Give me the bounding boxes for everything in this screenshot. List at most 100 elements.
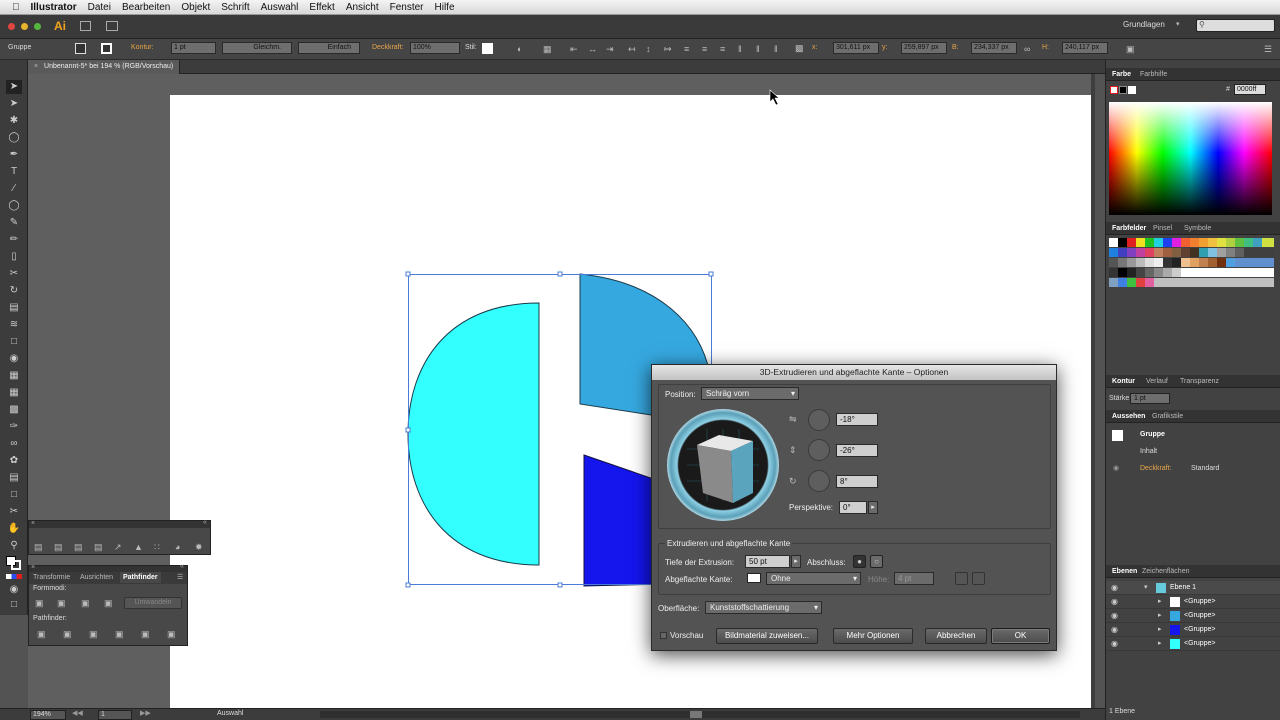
pencil-tool-icon[interactable]: ✏	[6, 233, 22, 247]
recolor-icon[interactable]: ◐	[517, 44, 522, 54]
menu-objekt[interactable]: Objekt	[181, 2, 210, 13]
cap-on-icon[interactable]: ●	[853, 555, 866, 568]
eye-icon[interactable]: ◉	[1111, 597, 1118, 606]
crop-icon[interactable]: ▣	[115, 629, 124, 639]
tab-farbhilfe[interactable]: Farbhilfe	[1138, 68, 1169, 81]
oberflaeche-select[interactable]: Kunststoffschattierung	[705, 601, 822, 614]
align-vcenter-icon[interactable]: ↕	[646, 44, 651, 54]
none-swatch-icon[interactable]	[1110, 86, 1118, 94]
eraser-tool-icon[interactable]: ▯	[6, 250, 22, 264]
white-swatch-icon[interactable]	[1128, 86, 1136, 94]
line-tool-icon[interactable]: ∕	[6, 182, 22, 196]
blend-tool-icon[interactable]: ∞	[6, 437, 22, 451]
distribute-left-icon[interactable]: ‖	[738, 44, 742, 54]
last-artboard-icon[interactable]: ▶▶	[140, 709, 151, 717]
tab-kontur[interactable]: Kontur	[1110, 375, 1137, 388]
chevron-down-icon[interactable]: ▾	[1144, 583, 1148, 591]
tab-pinsel[interactable]: Pinsel	[1151, 222, 1174, 235]
rotation-y-input[interactable]: -26°	[836, 444, 878, 457]
hand-tool-icon[interactable]: ✋	[6, 522, 22, 536]
artboard-tool-icon[interactable]: □	[6, 488, 22, 502]
menu-hilfe[interactable]: Hilfe	[435, 2, 455, 13]
dial-x-icon[interactable]	[808, 409, 830, 431]
warp-tool-icon[interactable]: ≋	[6, 318, 22, 332]
pen-tool-icon[interactable]: ✒	[6, 148, 22, 162]
window-zoom-icon[interactable]	[34, 23, 41, 30]
3d-cube-preview[interactable]	[667, 409, 779, 521]
pie-graph-icon[interactable]: ◕	[175, 542, 180, 552]
stroke-color-icon[interactable]	[11, 560, 21, 570]
selection-tool-icon[interactable]: ➤	[6, 80, 22, 94]
type-tool-icon[interactable]: T	[6, 165, 22, 179]
slice-tool-icon[interactable]: ✂	[6, 505, 22, 519]
intersect-icon[interactable]: ▣	[81, 598, 90, 608]
stacked-column-graph-icon[interactable]: ▤	[54, 542, 63, 552]
eye-icon[interactable]: ◉	[1111, 625, 1118, 634]
document-tab[interactable]: × Unbenannt-5* bei 194 % (RGB/Vorschau)	[28, 60, 181, 74]
umwandeln-button[interactable]: Umwandeln	[124, 597, 182, 609]
menu-auswahl[interactable]: Auswahl	[261, 2, 299, 13]
cap-off-icon[interactable]: ○	[870, 555, 883, 568]
arrange-documents-icon[interactable]	[106, 21, 118, 31]
align-bottom-icon[interactable]: ↦	[664, 44, 672, 54]
tab-grafikstile[interactable]: Grafikstile	[1150, 410, 1185, 423]
distribute-bottom-icon[interactable]: ≡	[720, 44, 725, 54]
tab-farbe[interactable]: Farbe	[1110, 68, 1133, 81]
apple-icon[interactable]: 	[12, 2, 20, 13]
layer-row[interactable]: ◉ ▸ <Gruppe>	[1106, 637, 1280, 651]
distribute-vcenter-icon[interactable]: ≡	[702, 44, 707, 54]
dial-z-icon[interactable]	[808, 470, 830, 492]
zoom-tool-icon[interactable]: ⚲	[6, 539, 22, 553]
bevel-in-icon[interactable]	[972, 572, 985, 585]
distribute-right-icon[interactable]: ‖	[774, 44, 778, 54]
close-icon[interactable]: ×	[31, 564, 35, 571]
abbrechen-button[interactable]: Abbrechen	[925, 628, 987, 644]
appearance-deckkraft[interactable]: Deckkraft:	[1140, 465, 1172, 472]
style-swatch[interactable]	[482, 43, 493, 54]
perspective-grid-tool-icon[interactable]: ▦	[6, 369, 22, 383]
magic-wand-tool-icon[interactable]: ✱	[6, 114, 22, 128]
ok-button[interactable]: OK	[991, 628, 1050, 644]
artboard-number-select[interactable]: 1	[98, 710, 132, 720]
bevel-out-icon[interactable]	[955, 572, 968, 585]
direct-selection-tool-icon[interactable]: ➤	[6, 97, 22, 111]
tiefe-stepper[interactable]: ▸	[791, 555, 801, 568]
trim-icon[interactable]: ▣	[63, 629, 72, 639]
brush-select[interactable]: Einfach	[298, 42, 360, 54]
bar-graph-icon[interactable]: ▤	[74, 542, 83, 552]
link-proportions-icon[interactable]: ∞	[1024, 44, 1030, 54]
eye-icon[interactable]: ◉	[1113, 464, 1119, 472]
stroke-weight-input[interactable]: 1 pt	[171, 42, 216, 54]
width-input[interactable]: 234,337 px	[971, 42, 1017, 54]
exclude-icon[interactable]: ▣	[104, 598, 113, 608]
kante-select[interactable]: Ohne	[766, 572, 861, 585]
transform-options-icon[interactable]: ▣	[1126, 44, 1135, 54]
reference-point-icon[interactable]: ▩	[795, 43, 804, 53]
menu-ansicht[interactable]: Ansicht	[346, 2, 379, 13]
layer-row[interactable]: ◉ ▸ <Gruppe>	[1106, 623, 1280, 637]
rotation-z-input[interactable]: 8°	[836, 475, 878, 488]
minus-front-icon[interactable]: ▣	[57, 598, 66, 608]
window-close-icon[interactable]	[8, 23, 15, 30]
panel-menu-icon[interactable]: ☰	[1264, 44, 1272, 54]
collapse-icon[interactable]: «	[180, 563, 184, 570]
window-minimize-icon[interactable]	[21, 23, 28, 30]
tab-pathfinder[interactable]: Pathfinder	[120, 572, 161, 583]
stroke-profile-select[interactable]: Gleichm.	[222, 42, 292, 54]
menu-bearbeiten[interactable]: Bearbeiten	[122, 2, 170, 13]
tab-symbole[interactable]: Symbole	[1182, 222, 1213, 235]
stroke-swatch-icon[interactable]	[101, 43, 112, 54]
graph-tool-icon[interactable]: ▤	[6, 471, 22, 485]
bridge-icon[interactable]	[80, 21, 91, 31]
stacked-bar-graph-icon[interactable]: ▤	[94, 542, 103, 552]
fill-swatch-icon[interactable]	[75, 43, 86, 54]
align-left-icon[interactable]: ⇤	[570, 44, 578, 54]
scissors-tool-icon[interactable]: ✂	[6, 267, 22, 281]
first-artboard-icon[interactable]: ◀◀	[72, 709, 83, 717]
screen-mode-icon[interactable]: □	[6, 598, 22, 612]
perspektive-input[interactable]: 0°	[839, 501, 867, 514]
collapse-icon[interactable]: «	[203, 519, 207, 526]
tiefe-input[interactable]: 50 pt	[745, 555, 790, 568]
workspace-switcher[interactable]: Grundlagen	[1123, 20, 1165, 29]
hoehe-input[interactable]: 4 pt	[894, 572, 934, 585]
